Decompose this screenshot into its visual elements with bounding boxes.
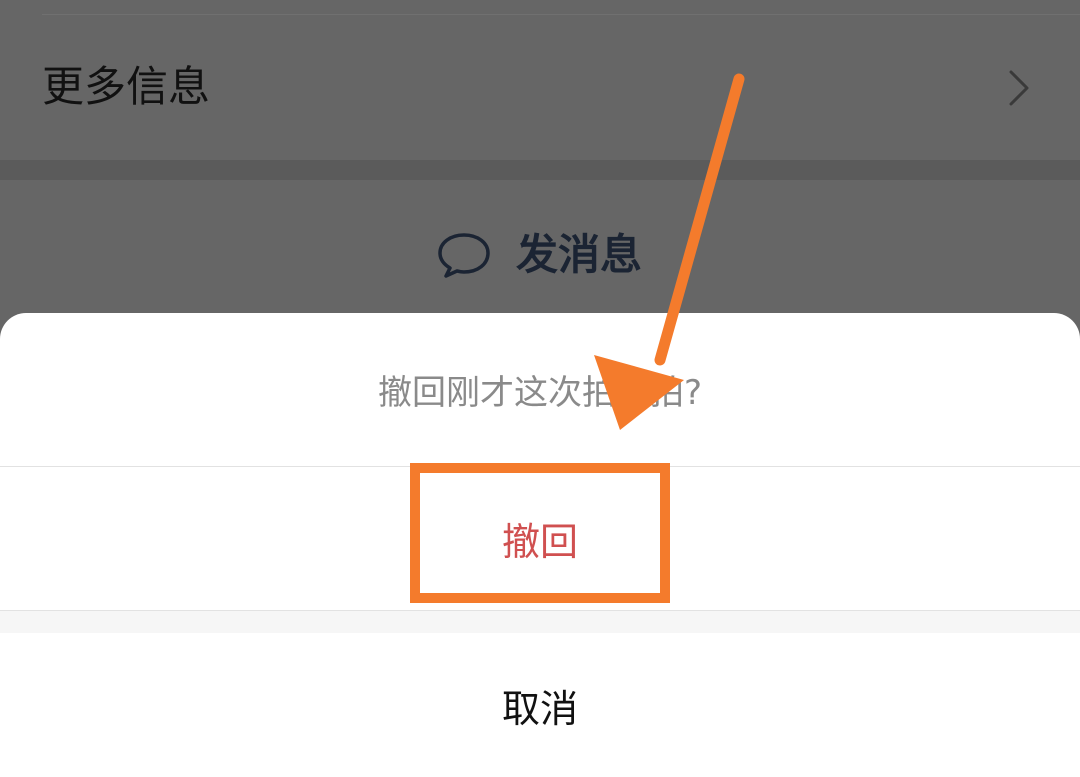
send-message-label: 发消息 (516, 230, 643, 279)
recall-button[interactable]: 撤回 (0, 467, 1080, 610)
more-info-label: 更多信息 (42, 62, 211, 111)
chevron-right-icon (1009, 70, 1029, 106)
cancel-button[interactable]: 取消 (0, 633, 1080, 777)
more-info-row[interactable]: 更多信息 (0, 15, 1080, 160)
sheet-title: 撤回刚才这次拍一拍? (377, 373, 703, 413)
chat-bubble-icon (438, 233, 490, 278)
action-sheet: 撤回刚才这次拍一拍? 撤回 取消 (0, 313, 1080, 777)
sheet-gap (0, 611, 1080, 633)
send-message-content: 发消息 (436, 228, 642, 282)
section-gap (0, 160, 1080, 180)
send-message-button[interactable]: 发消息 (0, 180, 1080, 330)
